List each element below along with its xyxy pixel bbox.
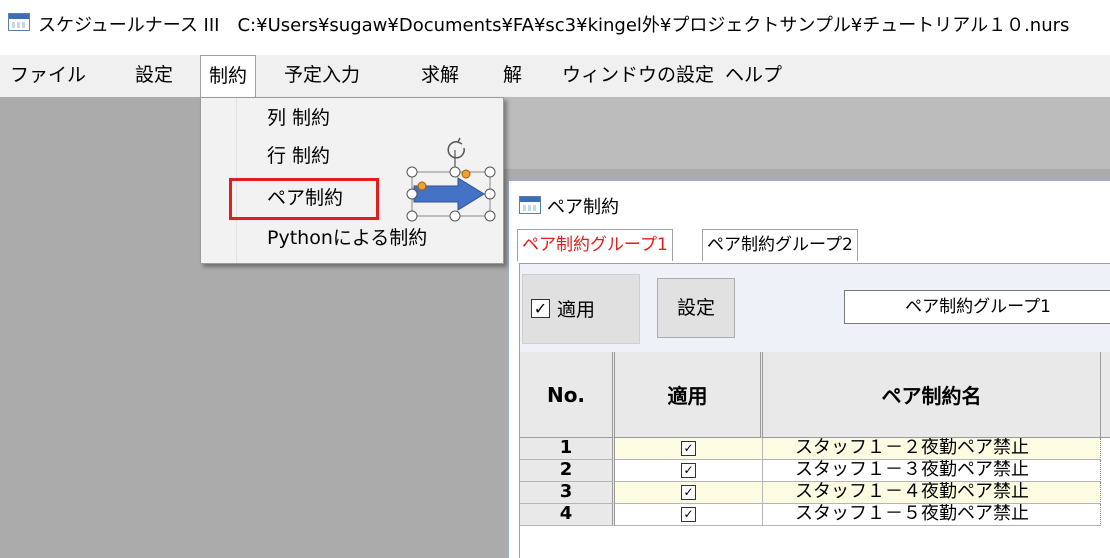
table-row[interactable]: 3 ✓ スタッフ１－４夜勤ペア禁止 (520, 482, 1110, 504)
window-title: スケジュールナース III C:¥Users¥sugaw¥Documents¥F… (38, 15, 1070, 36)
title-bar: スケジュールナース III C:¥Users¥sugaw¥Documents¥F… (0, 0, 1110, 46)
menu-solve[interactable]: 求解 (421, 55, 459, 97)
tab-strip: ペア制約グループ1 ペア制約グループ2 (509, 227, 1110, 263)
row-pair-name[interactable]: スタッフ１－４夜勤ペア禁止 (763, 482, 1101, 504)
menu-constraints[interactable]: 制約 (200, 55, 257, 97)
row-apply-cell[interactable]: ✓ (615, 482, 763, 504)
table-row[interactable]: 4 ✓ スタッフ１－５夜勤ペア禁止 (520, 504, 1110, 526)
menu-item-column-constraint[interactable]: 列 制約 (267, 102, 330, 134)
tab-pair-group-2[interactable]: ペア制約グループ2 (702, 229, 858, 261)
row-pair-name[interactable]: スタッフ１－２夜勤ペア禁止 (763, 438, 1101, 460)
row-apply-cell[interactable]: ✓ (615, 504, 763, 526)
row-pair-name[interactable]: スタッフ１－５夜勤ペア禁止 (763, 504, 1101, 526)
checkbox-checked-icon[interactable]: ✓ (681, 440, 696, 456)
menu-file[interactable]: ファイル (10, 55, 86, 97)
row-number: 1 (520, 438, 615, 460)
pair-window-title-bar: ペア制約 (509, 181, 1110, 227)
row-pair-name[interactable]: スタッフ１－３夜勤ペア禁止 (763, 460, 1101, 482)
tab-pair-group-1[interactable]: ペア制約グループ1 (517, 229, 673, 261)
row-number: 4 (520, 504, 615, 526)
window-icon (519, 196, 541, 214)
column-header-pair-name[interactable]: ペア制約名 (763, 352, 1101, 438)
menu-item-row-constraint[interactable]: 行 制約 (267, 140, 330, 172)
pair-constraint-window: ペア制約 ペア制約グループ1 ペア制約グループ2 ✓ 適用 設定 ペア制約グルー… (508, 180, 1110, 558)
app-icon (8, 13, 30, 31)
checkbox-checked-icon[interactable]: ✓ (681, 506, 696, 522)
settings-button[interactable]: 設定 (657, 278, 735, 338)
table-row[interactable]: 2 ✓ スタッフ１－３夜勤ペア禁止 (520, 460, 1110, 482)
tab-page: ✓ 適用 設定 ペア制約グループ1 No. 適用 ペア制約名 1 ✓ スタッフ１… (519, 263, 1110, 558)
highlight-box (229, 178, 379, 220)
checkbox-checked-icon[interactable]: ✓ (681, 484, 696, 500)
apply-label: 適用 (557, 299, 596, 321)
menu-schedule-input[interactable]: 予定入力 (284, 55, 360, 97)
apply-checkbox[interactable]: ✓ (531, 299, 550, 318)
menu-solution[interactable]: 解 (503, 55, 522, 97)
menu-window-settings[interactable]: ウィンドウの設定 (562, 55, 714, 97)
row-number: 2 (520, 460, 615, 482)
pair-window-title: ペア制約 (547, 197, 619, 218)
annotation-arrow-icon (406, 137, 496, 222)
row-number: 3 (520, 482, 615, 504)
column-header-apply[interactable]: 適用 (615, 352, 763, 438)
group-name-field[interactable]: ペア制約グループ1 (844, 290, 1110, 324)
mdi-child-strip (499, 97, 1110, 169)
column-header-next (1101, 352, 1110, 438)
row-apply-cell[interactable]: ✓ (615, 460, 763, 482)
menu-help[interactable]: ヘルプ (725, 55, 782, 97)
apply-panel: ✓ 適用 (522, 274, 640, 344)
pair-constraint-grid: No. 適用 ペア制約名 1 ✓ スタッフ１－２夜勤ペア禁止 2 ✓ スタッフ１… (520, 352, 1110, 558)
checkbox-checked-icon[interactable]: ✓ (681, 462, 696, 478)
column-header-no[interactable]: No. (520, 352, 615, 438)
row-apply-cell[interactable]: ✓ (615, 438, 763, 460)
menu-settings[interactable]: 設定 (135, 55, 173, 97)
table-row[interactable]: 1 ✓ スタッフ１－２夜勤ペア禁止 (520, 438, 1110, 460)
menu-bar: ファイル 設定 制約 予定入力 求解 解 ウィンドウの設定 ヘルプ (0, 55, 1110, 97)
